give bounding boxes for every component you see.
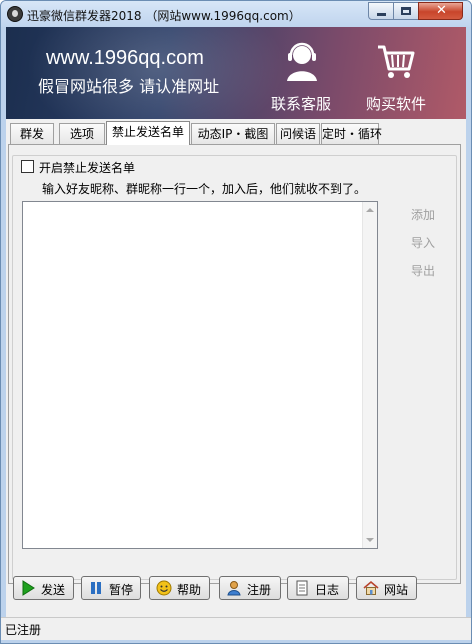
help-button[interactable]: 帮助 [149, 576, 210, 600]
pause-label: 暂停 [109, 583, 134, 597]
buy-software-link[interactable]: 购买软件 [356, 39, 436, 115]
minimize-button[interactable] [368, 2, 394, 20]
tab-mass-send[interactable]: 群发 [10, 123, 54, 144]
enable-blocklist-label[interactable]: 开启禁止发送名单 [39, 159, 135, 176]
tab-schedule-loop[interactable]: 定时・循环 [321, 123, 382, 144]
app-icon [7, 6, 23, 22]
client-area: www.1996qq.com 假冒网站很多 请认准网址 联系客服 购买软件 群发… [1, 27, 471, 640]
log-label: 日志 [315, 583, 340, 597]
tab-options[interactable]: 选项 [59, 123, 105, 144]
app-window: 迅豪微信群发器2018 （网站www.1996qq.com） ✕ www.199… [0, 0, 472, 644]
play-icon [22, 580, 35, 596]
scroll-up-arrow-icon[interactable] [366, 208, 374, 212]
banner: www.1996qq.com 假冒网站很多 请认准网址 联系客服 购买软件 [6, 27, 466, 119]
instruction-text: 输入好友昵称、群昵称一行一个，加入后，他们就收不到了。 [42, 182, 367, 196]
window-title: 迅豪微信群发器2018 （网站www.1996qq.com） [27, 9, 301, 23]
user-icon [227, 581, 241, 596]
vertical-scrollbar[interactable] [362, 202, 377, 548]
buy-software-label: 购买软件 [365, 95, 426, 113]
register-button[interactable]: 注册 [219, 576, 281, 600]
import-button[interactable]: 导入 [411, 234, 435, 251]
enable-blocklist-option[interactable]: 开启禁止发送名单 [21, 159, 135, 175]
headset-support-icon [287, 42, 317, 81]
banner-url: www.1996qq.com [46, 47, 204, 69]
add-button[interactable]: 添加 [411, 206, 435, 223]
blocked-list-group: 开启禁止发送名单 输入好友昵称、群昵称一行一个，加入后，他们就收不到了。 添加 … [12, 155, 457, 580]
website-label: 网站 [384, 583, 409, 597]
tab-greetings[interactable]: 问候语 [276, 123, 320, 144]
website-button[interactable]: 网站 [356, 576, 417, 600]
banner-slogan: 假冒网站很多 请认准网址 [38, 77, 220, 96]
register-label: 注册 [247, 583, 272, 597]
registration-status: 已注册 [5, 623, 42, 637]
tab-bar: 群发 选项 禁止发送名单 动态IP・截图 问候语 定时・循环 [6, 121, 466, 145]
export-button[interactable]: 导出 [411, 262, 435, 279]
close-icon: ✕ [436, 3, 447, 18]
help-label: 帮助 [177, 583, 202, 597]
send-label: 发送 [41, 583, 66, 597]
minimize-icon [377, 13, 386, 16]
send-button[interactable]: 发送 [13, 576, 74, 600]
pause-button[interactable]: 暂停 [81, 576, 141, 600]
home-icon [363, 580, 379, 595]
log-document-icon [296, 580, 308, 596]
enable-blocklist-checkbox[interactable] [21, 160, 34, 173]
tab-panel: 开启禁止发送名单 输入好友昵称、群昵称一行一个，加入后，他们就收不到了。 添加 … [8, 144, 461, 584]
contact-support-label: 联系客服 [270, 95, 331, 113]
title-bar[interactable]: 迅豪微信群发器2018 （网站www.1996qq.com） ✕ [1, 1, 471, 27]
close-button[interactable]: ✕ [418, 2, 463, 20]
status-bar: 已注册 [1, 617, 471, 640]
smiley-help-icon [156, 580, 172, 596]
shopping-cart-icon [378, 45, 415, 78]
pause-icon [91, 582, 101, 594]
tab-blocked-list[interactable]: 禁止发送名单 [106, 121, 190, 145]
maximize-button[interactable] [393, 2, 419, 20]
tab-dynamic-ip-screenshot[interactable]: 动态IP・截图 [191, 123, 275, 144]
maximize-icon [401, 7, 411, 15]
scroll-down-arrow-icon[interactable] [366, 538, 374, 542]
log-button[interactable]: 日志 [287, 576, 349, 600]
contact-support-link[interactable]: 联系客服 [256, 39, 346, 115]
blocked-names-textarea[interactable] [22, 201, 378, 549]
